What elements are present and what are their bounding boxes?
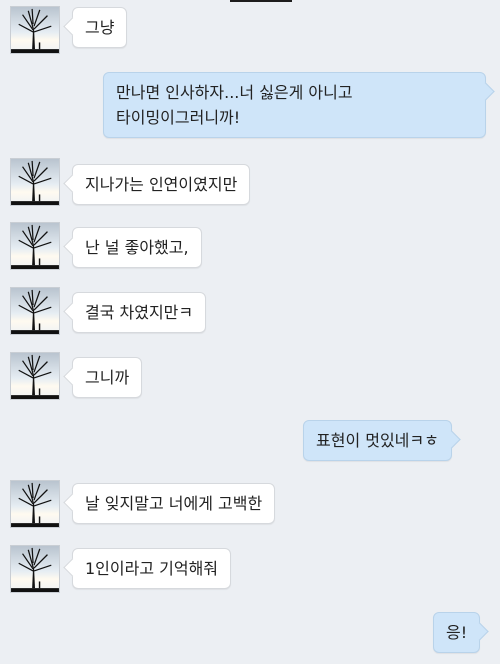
message-text: 날 잊지말고 너에게 고백한: [85, 494, 263, 513]
incoming-message-bubble[interactable]: 난 널 좋아했고,: [72, 227, 202, 268]
incoming-message-bubble[interactable]: 그니까: [72, 357, 143, 398]
tree-silhouette-avatar-icon[interactable]: [10, 6, 60, 54]
message-text-line: 타이밍이그러니까!: [116, 108, 241, 127]
incoming-message-bubble[interactable]: 그냥: [72, 7, 128, 48]
message-text: 그냥: [85, 18, 115, 37]
message-text-line: 만나면 인사하자...너 싫은게 아니고: [116, 83, 353, 102]
tree-silhouette-avatar-icon[interactable]: [10, 287, 60, 335]
tree-silhouette-avatar-icon[interactable]: [10, 545, 60, 593]
tree-silhouette-avatar-icon[interactable]: [10, 352, 60, 400]
message-text: 결국 차였지만ㅋ: [85, 303, 194, 322]
incoming-message-bubble[interactable]: 날 잊지말고 너에게 고백한: [72, 483, 276, 524]
message-text: 응!: [446, 623, 468, 642]
tree-silhouette-avatar-icon[interactable]: [10, 480, 60, 528]
message-text: 표현이 멋있네ㅋㅎ: [316, 431, 439, 450]
chat-thread[interactable]: 그냥 만나면 인사하자...너 싫은게 아니고 타이밍이그러니까! 지나가는 인…: [0, 0, 500, 664]
message-text: 지나가는 인연이였지만: [85, 175, 238, 194]
incoming-message-bubble[interactable]: 1인이라고 기억해줘: [72, 548, 232, 589]
message-text: 난 널 좋아했고,: [85, 238, 189, 257]
outgoing-message-bubble[interactable]: 응!: [433, 612, 481, 653]
tree-silhouette-avatar-icon[interactable]: [10, 158, 60, 206]
message-text: 그니까: [85, 368, 130, 387]
tree-silhouette-avatar-icon[interactable]: [10, 222, 60, 270]
outgoing-message-bubble[interactable]: 만나면 인사하자...너 싫은게 아니고 타이밍이그러니까!: [103, 72, 486, 138]
incoming-message-bubble[interactable]: 결국 차였지만ㅋ: [72, 292, 207, 333]
message-text: 1인이라고 기억해줘: [85, 559, 219, 578]
outgoing-message-bubble[interactable]: 표현이 멋있네ㅋㅎ: [303, 420, 452, 461]
incoming-message-bubble[interactable]: 지나가는 인연이였지만: [72, 164, 251, 205]
